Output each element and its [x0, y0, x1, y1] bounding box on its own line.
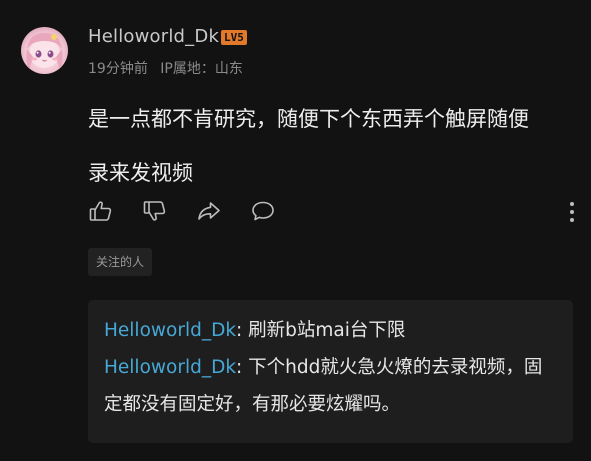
reply-item[interactable]: Helloworld_Dk: 刷新b站mai台下限 — [104, 312, 557, 349]
timestamp: 19分钟前 — [88, 61, 148, 77]
reply-author[interactable]: Helloworld_Dk — [104, 357, 236, 378]
reply-preview-box[interactable]: Helloworld_Dk: 刷新b站mai台下限 Helloworld_Dk:… — [88, 300, 573, 443]
share-icon[interactable] — [196, 198, 222, 224]
ip-location: IP属地：山东 — [160, 61, 243, 77]
reply-item[interactable]: Helloworld_Dk: 下个hdd就火急火燎的去录视频，固定都没有固定好，… — [104, 349, 557, 423]
thumbs-up-icon[interactable] — [88, 198, 114, 224]
comment-text-line: 是一点都不肯研究，随便下个东西弄个触屏随便 — [88, 107, 529, 131]
avatar[interactable] — [21, 27, 68, 74]
reply-text: 刷新b站mai台下限 — [248, 320, 406, 341]
follow-tag: 关注的人 — [88, 248, 153, 276]
more-icon[interactable] — [567, 200, 577, 224]
comment-content: 是一点都不肯研究，随便下个东西弄个触屏随便 录来发视频 — [88, 92, 578, 200]
comment-meta: 19分钟前 IP属地：山东 — [88, 58, 243, 78]
reply-separator: : — [236, 320, 249, 341]
level-badge: LV5 — [221, 30, 247, 45]
reply-author[interactable]: Helloworld_Dk — [104, 320, 236, 341]
comment-icon[interactable] — [250, 198, 276, 224]
action-bar — [88, 198, 581, 228]
reply-separator: : — [236, 357, 249, 378]
avatar-image — [26, 33, 63, 71]
thumbs-down-icon[interactable] — [142, 198, 168, 224]
username[interactable]: Helloworld_Dk — [88, 26, 219, 47]
comment-text-line: 录来发视频 — [88, 161, 193, 185]
